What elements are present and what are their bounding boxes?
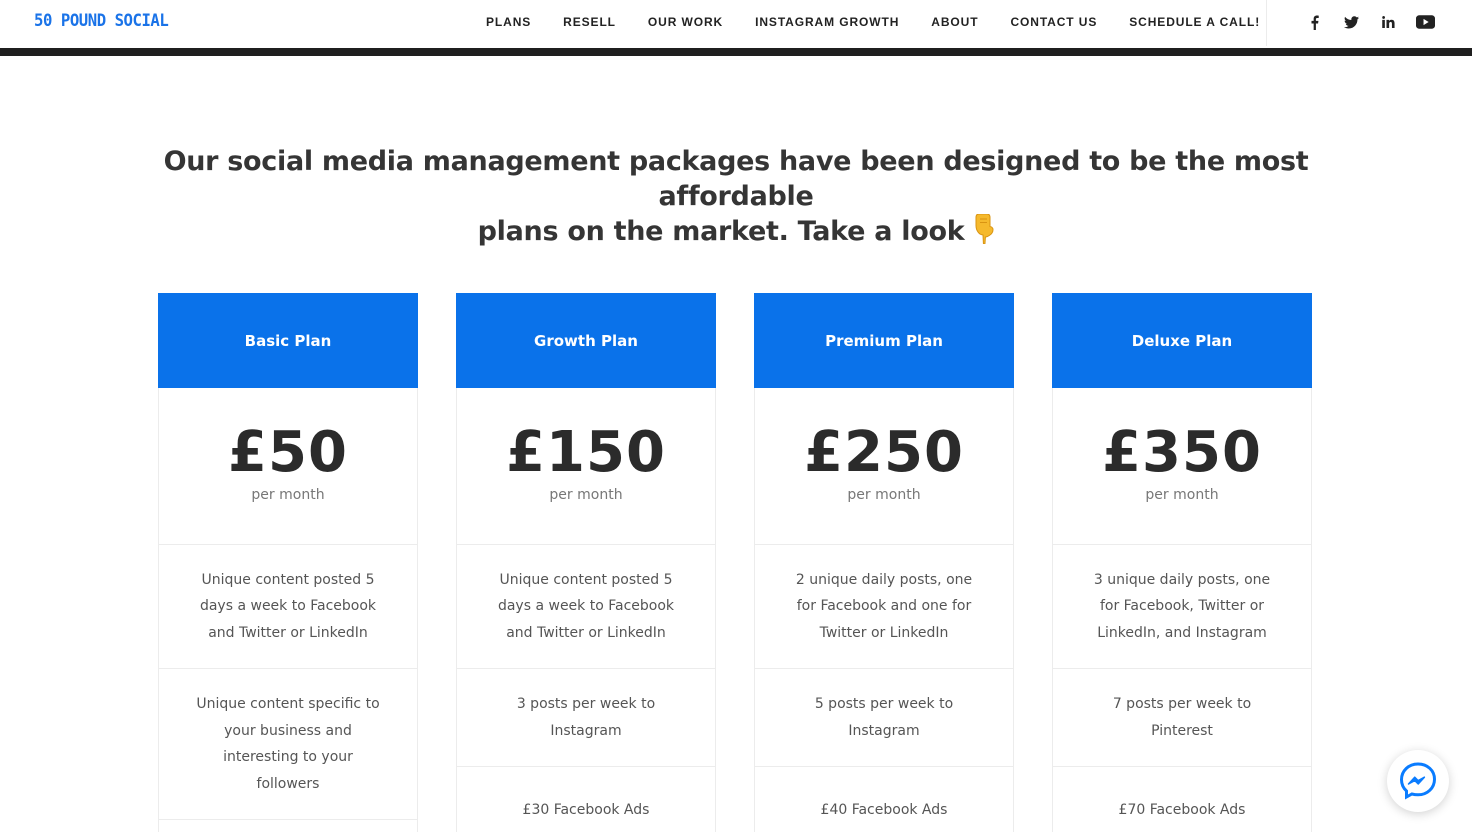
plan-header: Deluxe Plan — [1052, 293, 1312, 388]
nav-contact-us[interactable]: CONTACT US — [1010, 15, 1097, 29]
plan-card-premium: Premium Plan £250 per month 2 unique dai… — [754, 293, 1014, 832]
nav-about[interactable]: ABOUT — [931, 15, 978, 29]
plan-feature-text: 2 unique daily posts, one for Facebook a… — [795, 571, 973, 641]
plan-header: Growth Plan — [456, 293, 716, 388]
plan-feature-text: 7 posts per week to Pinterest — [1112, 696, 1252, 739]
plan-price-block: £50 per month — [159, 388, 417, 545]
social-links — [1300, 0, 1448, 44]
plan-card-basic: Basic Plan £50 per month Unique content … — [158, 293, 418, 832]
plan-feature-text: 3 unique daily posts, one for Facebook, … — [1093, 571, 1271, 641]
plan-feature-text: Unique content specific to your business… — [196, 696, 380, 792]
plan-feature-text: £40 Facebook Ads — [820, 802, 948, 818]
plan-feature: 2 unique daily posts, one for Facebook a… — [755, 545, 1013, 669]
header-bottom-bar — [0, 48, 1472, 56]
plan-period: per month — [847, 487, 921, 503]
plan-price-block: £150 per month — [457, 388, 715, 545]
nav-our-work[interactable]: OUR WORK — [648, 15, 723, 29]
plan-period: per month — [1145, 487, 1219, 503]
plan-feature: 3 unique daily posts, one for Facebook, … — [1053, 545, 1311, 669]
plan-period: per month — [251, 487, 325, 503]
plan-title: Growth Plan — [534, 331, 638, 350]
twitter-icon[interactable] — [1337, 12, 1365, 32]
plan-header: Basic Plan — [158, 293, 418, 388]
nav-instagram-growth[interactable]: INSTAGRAM GROWTH — [755, 15, 899, 29]
plan-feature: 7 posts per week to Pinterest — [1053, 669, 1311, 767]
plan-feature-text: 3 posts per week to Instagram — [516, 696, 656, 739]
plan-feature: 3 posts per week to Instagram — [457, 669, 715, 767]
site-header: 50 POUND SOCIAL PLANS RESELL OUR WORK IN… — [0, 0, 1472, 48]
plan-feature-text: Unique content posted 5 days a week to F… — [199, 571, 377, 641]
nav-plans[interactable]: PLANS — [486, 15, 531, 29]
plan-feature: £30 Facebook Ads — [457, 767, 715, 832]
plan-title: Deluxe Plan — [1131, 331, 1233, 350]
plan-price: £350 — [1102, 420, 1262, 485]
messenger-icon — [1399, 762, 1437, 800]
plan-period: per month — [549, 487, 623, 503]
pointing-down-hand-emoji-icon — [972, 213, 994, 253]
plan-feature: 5 posts per week to Instagram — [755, 669, 1013, 767]
plan-price: £50 — [228, 420, 348, 485]
messenger-chat-button[interactable] — [1387, 750, 1449, 812]
plan-title: Premium Plan — [825, 331, 943, 350]
plan-feature: Unique content specific to your business… — [159, 669, 417, 820]
site-logo[interactable]: 50 POUND SOCIAL — [34, 11, 169, 31]
page-headline: Our social media management packages hav… — [140, 144, 1332, 253]
plan-title: Basic Plan — [244, 331, 332, 350]
plan-price: £150 — [506, 420, 666, 485]
headline-line-2: plans on the market. Take a look — [477, 216, 965, 247]
plan-feature-text: 5 posts per week to Instagram — [814, 696, 954, 739]
nav-schedule-a-call[interactable]: SCHEDULE A CALL! — [1129, 15, 1260, 29]
plan-feature-text: Unique content posted 5 days a week to F… — [497, 571, 675, 641]
plan-feature: Unique content posted 5 days a week to F… — [457, 545, 715, 669]
plan-price: £250 — [804, 420, 964, 485]
plan-feature: £40 Facebook Ads — [755, 767, 1013, 832]
plan-feature-text: £70 Facebook Ads — [1118, 802, 1246, 818]
nav-resell[interactable]: RESELL — [563, 15, 616, 29]
plan-header: Premium Plan — [754, 293, 1014, 388]
plan-price-block: £350 per month — [1053, 388, 1311, 545]
nav-divider — [1266, 0, 1267, 46]
youtube-icon[interactable] — [1411, 12, 1439, 32]
plan-feature: £70 Facebook Ads — [1053, 767, 1311, 832]
plan-price-block: £250 per month — [755, 388, 1013, 545]
plan-feature-text: £30 Facebook Ads — [522, 802, 650, 818]
main-nav: PLANS RESELL OUR WORK INSTAGRAM GROWTH A… — [470, 0, 1276, 44]
linkedin-icon[interactable] — [1374, 12, 1402, 32]
plan-feature: Unique content posted 5 days a week to F… — [159, 545, 417, 669]
facebook-icon[interactable] — [1300, 12, 1328, 32]
plan-card-deluxe: Deluxe Plan £350 per month 3 unique dail… — [1052, 293, 1312, 832]
plan-card-growth: Growth Plan £150 per month Unique conten… — [456, 293, 716, 832]
headline-line-1: Our social media management packages hav… — [163, 146, 1309, 212]
